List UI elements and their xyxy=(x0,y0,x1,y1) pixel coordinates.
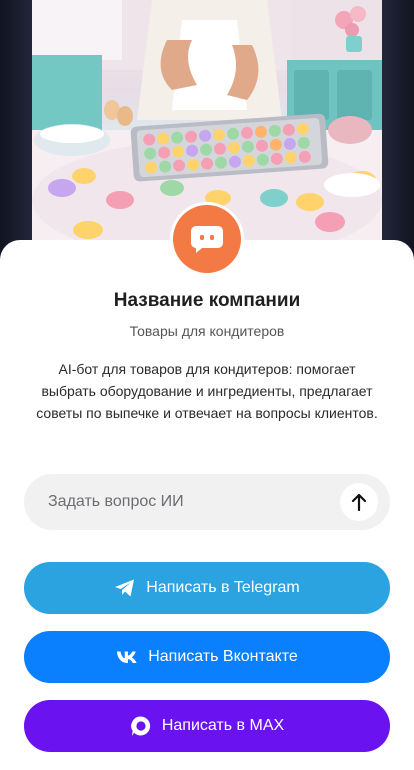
vk-icon xyxy=(116,646,138,668)
send-button[interactable] xyxy=(340,483,378,521)
company-description: AI-бот для товаров для кондитеров: помог… xyxy=(36,361,378,421)
arrow-up-icon xyxy=(351,493,367,511)
max-button[interactable]: Написать в MAX xyxy=(24,700,390,752)
vk-button[interactable]: Написать Вконтакте xyxy=(24,631,390,683)
hero-side-shadow-left xyxy=(0,0,32,260)
ask-ai-bar xyxy=(24,474,390,530)
company-avatar xyxy=(170,202,244,276)
telegram-icon xyxy=(114,577,136,599)
max-icon xyxy=(130,715,152,737)
ask-ai-input[interactable] xyxy=(48,493,340,511)
telegram-button[interactable]: Написать в Telegram xyxy=(24,562,390,614)
company-subtitle: Товары для кондитеров xyxy=(129,323,285,339)
telegram-button-label: Написать в Telegram xyxy=(146,579,300,596)
chat-bot-icon xyxy=(191,226,223,253)
max-button-label: Написать в MAX xyxy=(161,717,285,734)
vk-button-label: Написать Вконтакте xyxy=(148,648,298,665)
company-name: Название компании xyxy=(113,290,301,311)
avatar-circle xyxy=(173,205,241,273)
hero-side-shadow-right xyxy=(382,0,414,260)
